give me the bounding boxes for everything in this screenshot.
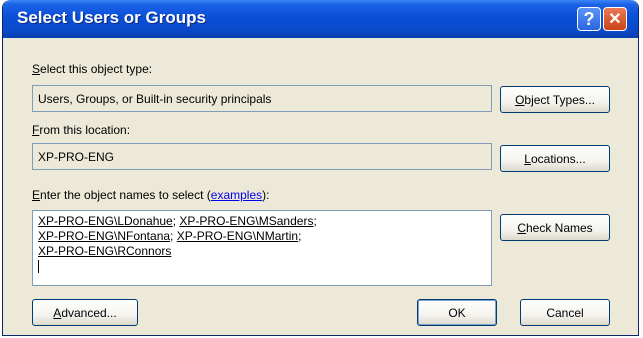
object-type-field: Users, Groups, or Built-in security prin…	[32, 85, 492, 112]
name-entry[interactable]: XP-PRO-ENG\NFontana	[38, 229, 170, 243]
title-bar[interactable]: Select Users or Groups ? ✕	[3, 0, 638, 38]
cancel-button[interactable]: Cancel	[520, 299, 610, 326]
name-entry[interactable]: XP-PRO-ENG\MSanders	[179, 214, 313, 228]
names-label: Enter the object names to select (exampl…	[32, 188, 270, 202]
object-type-label: Select this object type:	[32, 62, 153, 76]
text-caret	[38, 260, 39, 274]
name-entry[interactable]: XP-PRO-ENG\LDonahue	[38, 214, 173, 228]
object-types-button[interactable]: Object Types...	[500, 86, 610, 113]
check-names-button[interactable]: Check Names	[500, 214, 610, 241]
location-label: From this location:	[32, 123, 131, 137]
help-icon[interactable]: ?	[577, 7, 601, 31]
location-field: XP-PRO-ENG	[32, 143, 492, 170]
name-entry[interactable]: XP-PRO-ENG\NMartin	[177, 229, 298, 243]
advanced-button[interactable]: Advanced...	[32, 299, 138, 326]
dialog-title: Select Users or Groups	[17, 8, 206, 27]
locations-button[interactable]: Locations...	[500, 145, 610, 172]
object-names-input[interactable]: XP-PRO-ENG\LDonahue; XP-PRO-ENG\MSanders…	[32, 210, 492, 286]
close-icon[interactable]: ✕	[603, 7, 627, 31]
examples-link[interactable]: examples	[211, 188, 262, 202]
select-users-dialog: Select Users or Groups ? ✕ Select this o…	[2, 0, 639, 336]
name-entry[interactable]: XP-PRO-ENG\RConnors	[38, 244, 171, 258]
ok-button[interactable]: OK	[417, 299, 497, 326]
